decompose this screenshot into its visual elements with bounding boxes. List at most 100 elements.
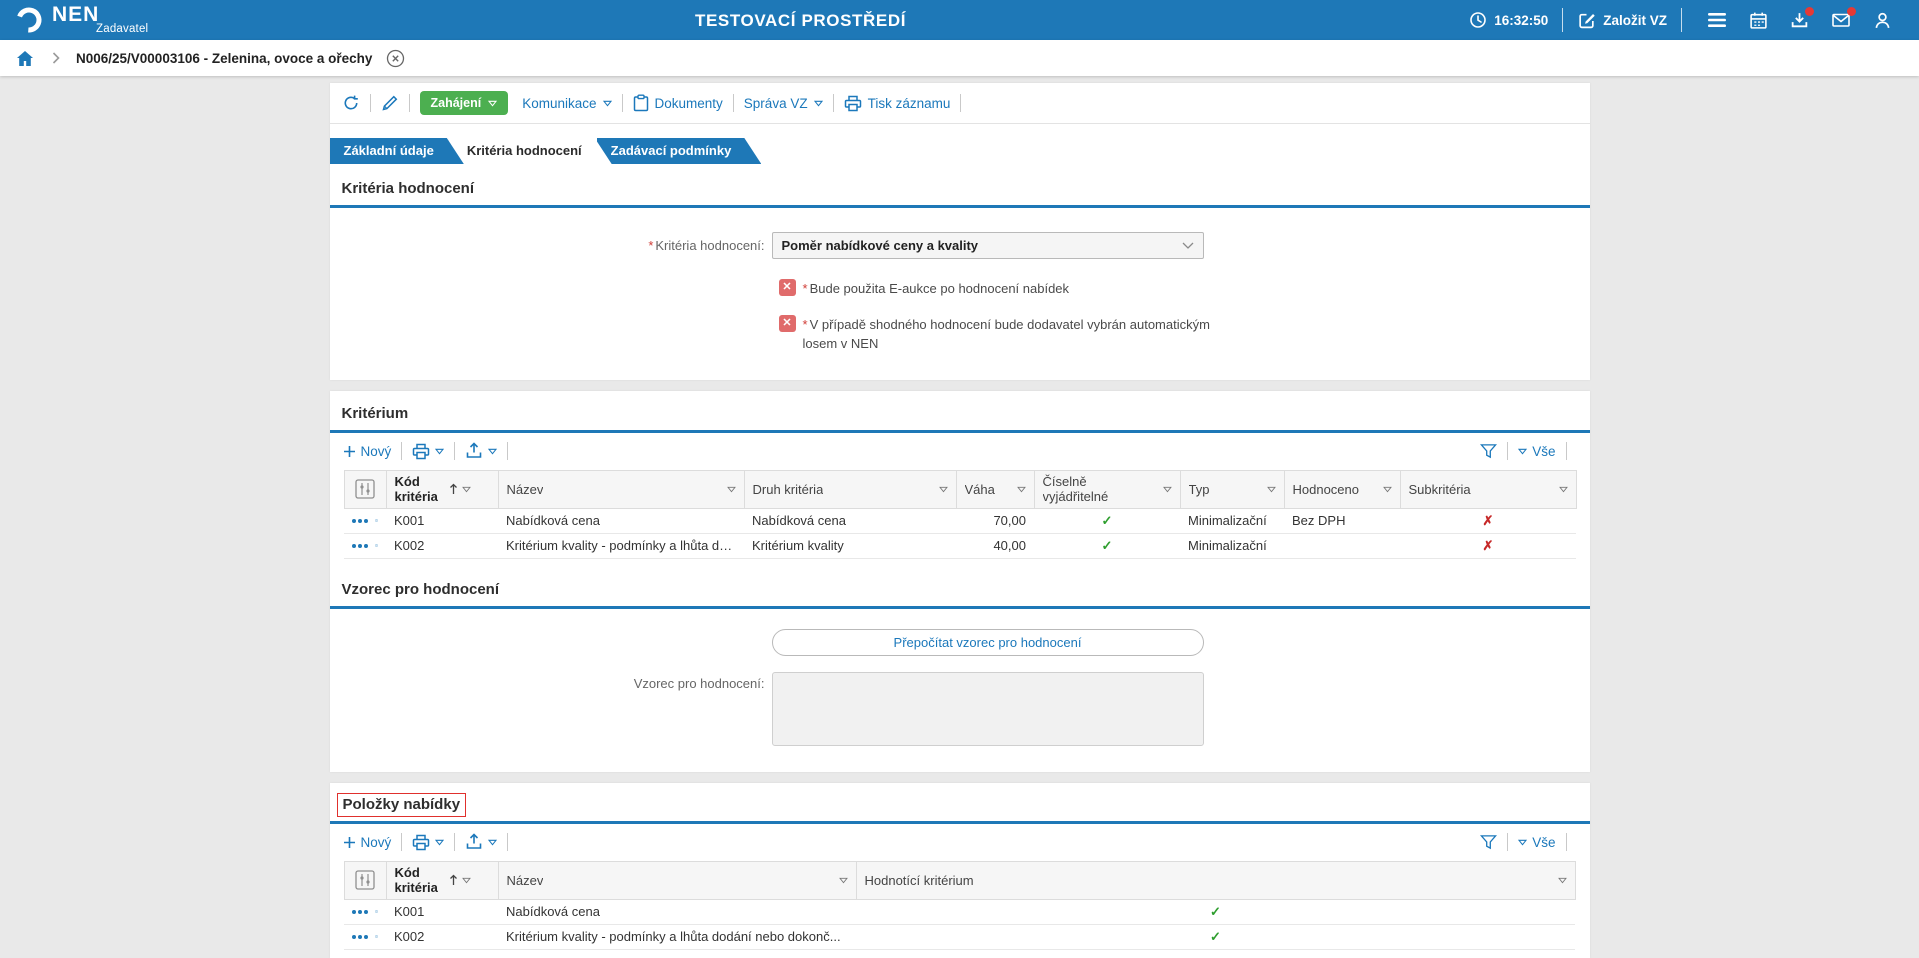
export-dropdown[interactable]	[465, 442, 497, 460]
row-menu-button[interactable]	[352, 910, 368, 914]
sort-asc-icon	[449, 483, 458, 495]
section-title-kriterium: Kritérium	[330, 391, 1590, 430]
filter-button[interactable]	[1480, 443, 1497, 459]
header-hodnotici-kriterium[interactable]: Hodnotící kritérium	[856, 861, 1575, 899]
header-druh-kriteria[interactable]: Druh kritéria	[744, 470, 956, 508]
close-record-button[interactable]	[386, 49, 405, 68]
menu-button[interactable]	[1707, 12, 1727, 28]
profile-button[interactable]	[1873, 11, 1892, 30]
filter-funnel-icon	[1480, 443, 1497, 459]
clipboard-icon	[633, 94, 649, 112]
column-filter-icon	[1017, 486, 1026, 493]
table-row[interactable]: K002 Kritérium kvality - podmínky a lhůt…	[344, 533, 1576, 558]
compose-icon	[1577, 11, 1596, 30]
info-icon[interactable]	[375, 928, 378, 945]
calendar-icon	[1749, 11, 1768, 30]
messages-button[interactable]	[1831, 11, 1851, 29]
card-polozky-nabidky: Položky nabídky Nový	[330, 783, 1590, 958]
dokumenty-button[interactable]: Dokumenty	[633, 94, 723, 112]
divider	[622, 94, 623, 112]
home-button[interactable]	[16, 50, 34, 67]
cell-cislene-check: ✓	[1034, 533, 1180, 558]
refresh-button[interactable]	[342, 94, 360, 112]
kriteria-hodnoceni-label: *Kritéria hodnocení:	[330, 238, 765, 253]
flag-los: ✕ *V případě shodného hodnocení bude dod…	[779, 315, 1590, 380]
table-row[interactable]: K001 Nabídková cena ✓	[344, 899, 1575, 924]
cell-nazev: Kritérium kvality - podmínky a lhůta dod…	[498, 924, 856, 949]
info-icon[interactable]	[375, 903, 378, 920]
flag-eaukce: ✕ *Bude použita E-aukce po hodnocení nab…	[779, 279, 1590, 299]
cell-hodnotici-check: ✓	[856, 924, 1575, 949]
komunikace-dropdown[interactable]: Komunikace	[522, 96, 611, 111]
header-vaha[interactable]: Váha	[956, 470, 1034, 508]
sort-asc-icon	[449, 874, 458, 886]
state-dropdown-button[interactable]: Zahájení	[420, 91, 509, 115]
flag-no-icon[interactable]: ✕	[779, 279, 796, 296]
create-vz-button[interactable]: Založit VZ	[1577, 11, 1667, 30]
row-menu-button[interactable]	[352, 544, 368, 548]
sprava-vz-dropdown[interactable]: Správa VZ	[744, 96, 823, 111]
downloads-button[interactable]	[1790, 11, 1809, 30]
breadcrumb-item[interactable]: N006/25/V00003106 - Zelenina, ovoce a oř…	[76, 51, 372, 66]
row-menu-button[interactable]	[352, 935, 368, 939]
new-kriterium-button[interactable]: Nový	[343, 444, 392, 459]
view-all-dropdown[interactable]: Vše	[1518, 444, 1555, 459]
cell-typ: Minimalizační	[1180, 533, 1284, 558]
row-menu-button[interactable]	[352, 519, 368, 523]
info-icon[interactable]	[375, 537, 378, 554]
flag-no-icon[interactable]: ✕	[779, 315, 796, 332]
column-settings-icon	[355, 479, 375, 499]
record-toolbar: Zahájení Komunikace Dokumenty	[330, 83, 1590, 124]
cell-druh: Nabídková cena	[744, 508, 956, 533]
table-row[interactable]: K001 Nabídková cena Nabídková cena 70,00…	[344, 508, 1576, 533]
header-hodnoceno[interactable]: Hodnoceno	[1284, 470, 1400, 508]
calendar-button[interactable]	[1749, 11, 1768, 30]
new-label: Nový	[361, 835, 392, 850]
header-typ[interactable]: Typ	[1180, 470, 1284, 508]
dropdown-arrow-icon	[488, 839, 497, 846]
tab-zakladni-udaje[interactable]: Základní údaje	[330, 138, 464, 164]
print-dropdown[interactable]	[412, 834, 444, 851]
info-icon[interactable]	[375, 512, 378, 529]
brand-subtitle: Zadavatel	[96, 23, 148, 35]
nen-logo[interactable]: NEN Zadavatel	[14, 5, 148, 35]
new-polozka-button[interactable]: Nový	[343, 835, 392, 850]
column-settings-button[interactable]	[344, 861, 386, 899]
tab-kriteria-hodnoceni[interactable]: Kritéria hodnocení	[449, 138, 612, 164]
breadcrumb: N006/25/V00003106 - Zelenina, ovoce a oř…	[0, 40, 1919, 76]
export-dropdown[interactable]	[465, 833, 497, 851]
section-rule	[330, 606, 1590, 609]
cell-kod: K002	[386, 533, 498, 558]
create-vz-label: Založit VZ	[1603, 13, 1667, 28]
header-nazev[interactable]: Název	[498, 861, 856, 899]
column-filter-icon	[1267, 486, 1276, 493]
cell-vaha: 70,00	[956, 508, 1034, 533]
column-filter-icon	[1559, 486, 1568, 493]
recalc-formula-button[interactable]: Přepočítat vzorec pro hodnocení	[772, 629, 1204, 656]
formula-textarea[interactable]	[772, 672, 1204, 746]
tisk-zaznamu-button[interactable]: Tisk záznamu	[844, 95, 951, 112]
tab-zadavaci-podminky[interactable]: Zadávací podmínky	[597, 138, 762, 164]
header-kod-kriteria[interactable]: Kód kritéria	[386, 470, 498, 508]
print-dropdown[interactable]	[412, 443, 444, 460]
edit-button[interactable]	[381, 94, 399, 112]
header-cislene-vyjadritelne[interactable]: Číselně vyjádřitelné	[1034, 470, 1180, 508]
divider	[409, 94, 410, 112]
table-row[interactable]: K002 Kritérium kvality - podmínky a lhůt…	[344, 924, 1575, 949]
cell-kod: K001	[386, 508, 498, 533]
header-subkriteria[interactable]: Subkritéria	[1400, 470, 1576, 508]
divider	[454, 442, 455, 460]
header-nazev[interactable]: Název	[498, 470, 744, 508]
column-settings-button[interactable]	[344, 470, 386, 508]
printer-icon	[844, 95, 862, 112]
cell-cislene-check: ✓	[1034, 508, 1180, 533]
filter-button[interactable]	[1480, 834, 1497, 850]
divider	[401, 833, 402, 851]
view-all-dropdown[interactable]: Vše	[1518, 835, 1555, 850]
formula-field-row: Vzorec pro hodnocení:	[330, 672, 1590, 772]
dropdown-arrow-icon	[814, 100, 823, 107]
kriteria-hodnoceni-select[interactable]: Poměr nabídkové ceny a kvality	[772, 232, 1204, 259]
tisk-zaznamu-label: Tisk záznamu	[868, 96, 951, 111]
header-kod-kriteria[interactable]: Kód kritéria	[386, 861, 498, 899]
cell-kod: K001	[386, 899, 498, 924]
